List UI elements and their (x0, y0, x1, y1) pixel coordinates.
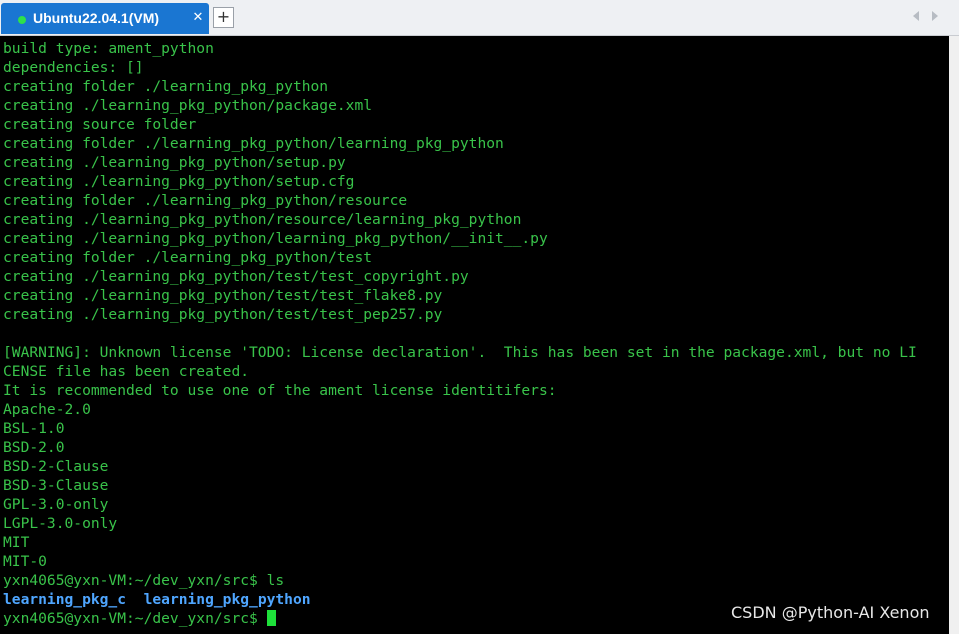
terminal-line: creating ./learning_pkg_python/setup.cfg (3, 173, 355, 190)
terminal-output-area[interactable]: build type: ament_python dependencies: []… (0, 36, 949, 634)
terminal-line: BSD-3-Clause (3, 477, 109, 494)
close-icon[interactable]: ✕ (191, 9, 205, 27)
terminal-line: creating ./learning_pkg_python/test/test… (3, 306, 443, 323)
terminal-line: LGPL-3.0-only (3, 515, 118, 532)
text-cursor (266, 610, 276, 626)
terminal-line: creating ./learning_pkg_python/learning_… (3, 230, 548, 247)
terminal-line: creating ./learning_pkg_python/test/test… (3, 268, 469, 285)
terminal-line: CENSE file has been created. (3, 363, 250, 380)
terminal-line: creating ./learning_pkg_python/resource/… (3, 211, 522, 228)
scrollbar-thumb[interactable] (950, 36, 958, 634)
terminal-line: creating ./learning_pkg_python/test/test… (3, 287, 443, 304)
terminal-line: yxn4065@yxn-VM:~/dev_yxn/src$ ls (3, 572, 285, 589)
terminal-line: creating folder ./learning_pkg_python/te… (3, 249, 373, 266)
terminal-line: dependencies: [] (3, 59, 144, 76)
terminal-line: MIT-0 (3, 553, 47, 570)
terminal-line: [WARNING]: Unknown license 'TODO: Licens… (3, 344, 917, 361)
directory-entry: learning_pkg_python (143, 591, 311, 608)
tab-title: Ubuntu22.04.1(VM) (33, 10, 160, 26)
terminal-line: MIT (3, 534, 30, 551)
chevron-right-icon[interactable] (932, 11, 938, 21)
terminal-line: creating folder ./learning_pkg_python/re… (3, 192, 408, 209)
new-tab-button[interactable]: + (213, 7, 234, 28)
terminal-line: creating source folder (3, 116, 197, 133)
terminal-line: Apache-2.0 (3, 401, 91, 418)
vertical-scrollbar[interactable] (949, 36, 959, 634)
terminal-line: creating folder ./learning_pkg_python/le… (3, 135, 504, 152)
tab-bar: Ubuntu22.04.1(VM) ✕ + (0, 0, 959, 36)
terminal-output: build type: ament_python dependencies: []… (3, 39, 917, 628)
ls-separator (126, 591, 144, 608)
terminal-line: build type: ament_python (3, 40, 214, 57)
terminal-window: Ubuntu22.04.1(VM) ✕ + build type: ament_… (0, 0, 959, 634)
terminal-line: BSD-2-Clause (3, 458, 109, 475)
chevron-left-icon[interactable] (913, 11, 919, 21)
tab-ubuntu-vm[interactable]: Ubuntu22.04.1(VM) ✕ (1, 3, 209, 34)
terminal-line: BSD-2.0 (3, 439, 65, 456)
directory-entry: learning_pkg_c (3, 591, 127, 608)
terminal-line: creating ./learning_pkg_python/setup.py (3, 154, 346, 171)
terminal-line: GPL-3.0-only (3, 496, 109, 513)
watermark: CSDN @Python-AI Xenon (731, 603, 930, 622)
terminal-line: It is recommended to use one of the amen… (3, 382, 557, 399)
shell-prompt: yxn4065@yxn-VM:~/dev_yxn/src$ (3, 610, 267, 627)
connected-dot-icon (18, 16, 26, 24)
terminal-line: creating folder ./learning_pkg_python (3, 78, 329, 95)
terminal-line: creating ./learning_pkg_python/package.x… (3, 97, 373, 114)
terminal-line: BSL-1.0 (3, 420, 65, 437)
